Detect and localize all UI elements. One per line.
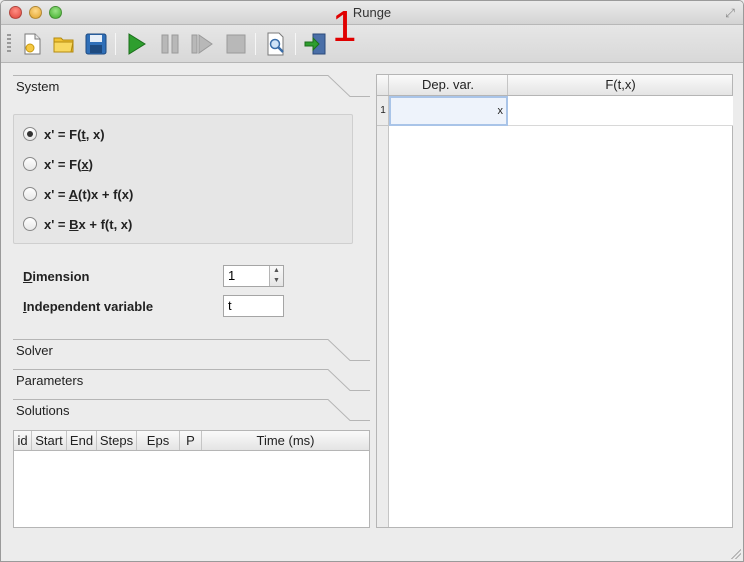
system-option-4[interactable]: x' = Bx + f(t, x) (23, 215, 132, 233)
system-section-tab[interactable]: System (13, 75, 370, 97)
spinner-up-icon[interactable]: ▲ (270, 266, 283, 276)
radio-button[interactable] (23, 157, 37, 171)
column-header-f[interactable]: F(t,x) (508, 75, 733, 95)
step-forward-icon (191, 34, 213, 54)
parameters-section-tab[interactable]: Parameters (13, 369, 370, 391)
step-button[interactable] (189, 31, 215, 57)
system-option-3[interactable]: x' = A(t)x + f(x) (23, 185, 133, 203)
solutions-table: id Start End Steps Eps P Time (ms) (13, 430, 370, 528)
system-option-2[interactable]: x' = F(x) (23, 155, 93, 173)
export-icon (304, 33, 326, 55)
stop-icon (226, 34, 246, 54)
column-header-time[interactable]: Time (ms) (202, 431, 369, 450)
system-option-label: x' = A(t)x + f(x) (44, 186, 134, 202)
pause-button[interactable] (157, 31, 183, 57)
section-tab-outline (13, 75, 370, 97)
column-header-end[interactable]: End (67, 431, 97, 450)
stop-button[interactable] (223, 31, 249, 57)
column-header-dep-var[interactable]: Dep. var. (389, 75, 508, 95)
play-icon (128, 33, 146, 55)
column-header-steps[interactable]: Steps (97, 431, 137, 450)
column-header-id[interactable]: id (14, 431, 32, 450)
spinner-down-icon[interactable]: ▼ (270, 276, 283, 286)
preview-button[interactable] (263, 31, 289, 57)
folder-icon (53, 37, 74, 53)
new-file-button[interactable] (19, 31, 45, 57)
fullscreen-icon[interactable]: ⤢ (723, 6, 737, 20)
open-button[interactable] (51, 31, 77, 57)
new-document-icon (24, 33, 41, 55)
solutions-table-header: id Start End Steps Eps P Time (ms) (14, 431, 369, 451)
title-bar: Runge ⤢ (1, 1, 743, 25)
row-number-column: 1 (377, 96, 389, 527)
window-title: Runge (352, 5, 392, 20)
solutions-section-tab[interactable]: Solutions (13, 399, 370, 421)
annotation-1: 1 (332, 2, 357, 51)
toolbar (1, 25, 743, 63)
dimension-input[interactable] (224, 266, 264, 285)
independent-variable-input[interactable] (224, 296, 264, 315)
dimension-spinner[interactable]: ▲ ▼ (223, 265, 284, 287)
section-tab-outline (13, 339, 370, 361)
system-section-label: System (16, 79, 60, 94)
toolbar-separator (295, 33, 296, 55)
pause-icon (161, 34, 179, 54)
independent-variable-label: Independent variable (23, 299, 154, 314)
system-option-1[interactable]: x' = F(t, x) (23, 125, 105, 143)
equations-table-header: Dep. var. F(t,x) (377, 75, 732, 96)
f-cell[interactable] (508, 96, 733, 126)
magnifier-document-icon (267, 32, 284, 56)
equations-table: Dep. var. F(t,x) 1 x (376, 74, 733, 528)
solver-section-tab[interactable]: Solver (13, 339, 370, 361)
radio-button[interactable] (23, 217, 37, 231)
run-button[interactable] (123, 31, 149, 57)
save-button[interactable] (83, 31, 109, 57)
dep-var-cell[interactable]: x (389, 96, 508, 126)
radio-button[interactable] (23, 187, 37, 201)
toolbar-separator (115, 33, 116, 55)
column-header-p[interactable]: P (180, 431, 202, 450)
column-header-eps[interactable]: Eps (137, 431, 180, 450)
system-option-label: x' = F(x) (44, 156, 93, 172)
system-type-radio-group: x' = F(t, x) x' = F(x) x' = A(t)x + f(x)… (13, 114, 353, 244)
independent-variable-field[interactable] (223, 295, 284, 317)
radio-button[interactable] (23, 127, 37, 141)
parameters-section-label: Parameters (16, 373, 84, 388)
toolbar-separator (255, 33, 256, 55)
solver-section-label: Solver (16, 343, 53, 358)
spinner-buttons: ▲ ▼ (269, 266, 283, 286)
dimension-label: Dimension (23, 269, 90, 284)
system-option-label: x' = Bx + f(t, x) (44, 216, 133, 232)
row-number[interactable]: 1 (377, 96, 389, 126)
column-header-start[interactable]: Start (32, 431, 67, 450)
floppy-disk-icon (85, 33, 107, 55)
system-option-label: x' = F(t, x) (44, 126, 105, 142)
row-number-header (377, 75, 389, 95)
window-resize-grip[interactable] (731, 549, 741, 559)
export-button[interactable] (303, 31, 329, 57)
app-window: Runge ⤢ 1 System x' = F(t, x) x' = F(x) … (0, 0, 744, 562)
solutions-section-label: Solutions (16, 403, 70, 418)
toolbar-grip[interactable] (7, 34, 11, 54)
